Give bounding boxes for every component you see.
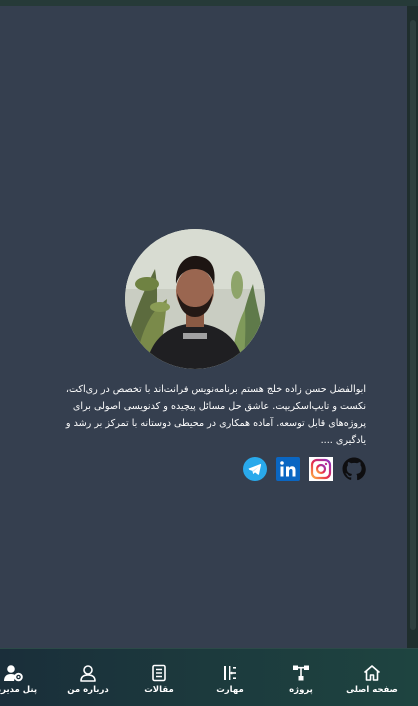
nav-item-admin[interactable]: پنل مدیریت: [0, 649, 44, 706]
nav-label-admin: پنل مدیریت: [0, 685, 38, 695]
telegram-icon: [243, 457, 267, 481]
linkedin-icon: [276, 457, 300, 481]
skills-icon: [224, 666, 236, 680]
bio-text: ابوالفضل حسن زاده خلج هستم برنامه‌نویس ف…: [65, 384, 366, 446]
nav-item-home[interactable]: صفحه اصلی: [341, 649, 403, 706]
nav-label-home: صفحه اصلی: [346, 685, 398, 695]
nav-item-articles[interactable]: مقالات: [128, 649, 190, 706]
bottom-navigation: صفحه اصلی پروژه مهارت مقالات درباره من پ…: [0, 648, 418, 706]
nav-item-skills[interactable]: مهارت: [199, 649, 261, 706]
user-icon: [80, 665, 96, 682]
nav-item-about[interactable]: درباره من: [57, 649, 119, 706]
nav-label-articles: مقالات: [144, 685, 174, 695]
instagram-icon: [309, 457, 333, 481]
telegram-link[interactable]: [243, 457, 267, 481]
nav-label-skills: مهارت: [216, 685, 244, 695]
page: ابوالفضل حسن زاده خلج هستم برنامه‌نویس ف…: [0, 0, 418, 706]
github-icon: [342, 457, 366, 481]
nav-item-projects[interactable]: پروژه: [270, 649, 332, 706]
home-icon: [363, 665, 381, 681]
scrollbar[interactable]: [407, 6, 418, 648]
nav-label-about: درباره من: [67, 685, 109, 695]
scrollbar-thumb[interactable]: [410, 20, 416, 630]
avatar: [125, 229, 265, 369]
linkedin-link[interactable]: [276, 457, 300, 481]
social-links: [243, 457, 366, 481]
nav-label-projects: پروژه: [289, 685, 313, 695]
profile-photo: [125, 229, 265, 369]
user-settings-icon: [4, 665, 23, 682]
github-link[interactable]: [342, 457, 366, 481]
network-icon: [293, 665, 309, 681]
instagram-link[interactable]: [309, 457, 333, 481]
article-icon: [152, 664, 166, 682]
